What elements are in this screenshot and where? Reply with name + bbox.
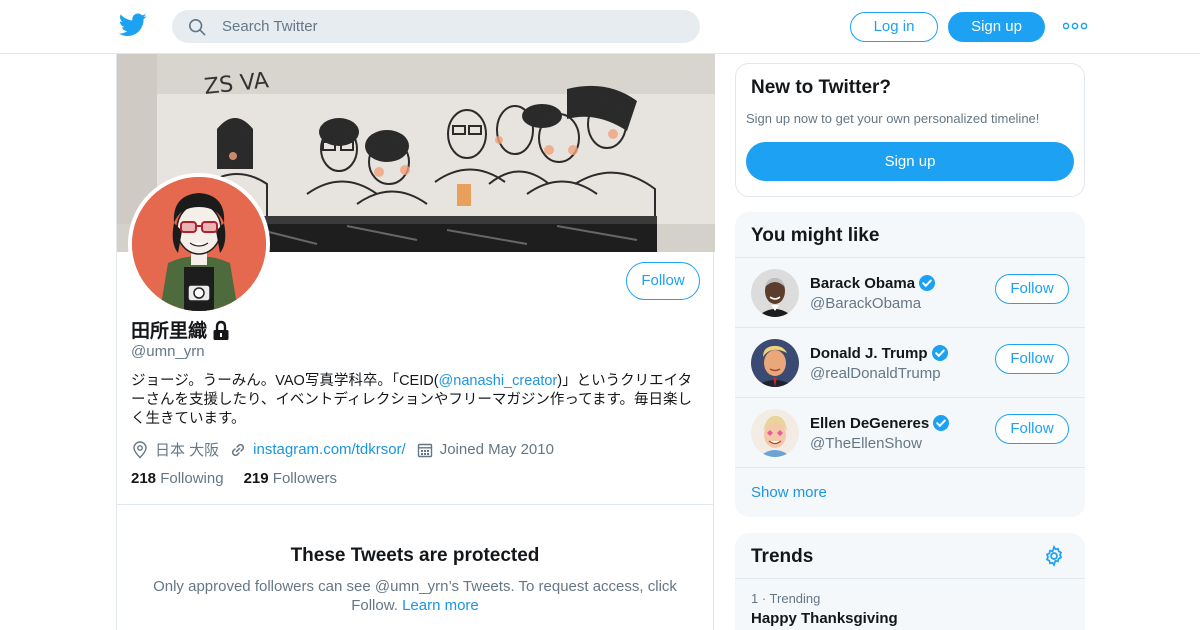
login-button[interactable]: Log in [850,12,938,42]
suggested-user-handle: @BarackObama [810,295,922,312]
verified-badge-icon [919,275,936,291]
search-box[interactable] [172,10,700,43]
trends-card: Trends 1 · Trending Happy Thanksgiving [735,533,1085,630]
you-might-like-card: You might like Barack Obama @BarackObama… [735,212,1085,517]
you-might-like-title: You might like [751,225,880,246]
new-to-twitter-title: New to Twitter? [751,77,892,98]
profile-handle: @umn_yrn [131,343,205,360]
learn-more-link[interactable]: Learn more [402,597,479,614]
following-stat[interactable]: 218 Following [131,470,224,487]
suggested-user[interactable]: Ellen DeGeneres @TheEllenShow Follow [735,397,1085,467]
avatar[interactable] [751,409,799,457]
signup-button[interactable]: Sign up [746,142,1074,181]
trend-name[interactable]: Happy Thanksgiving [751,610,898,627]
joined-text: Joined May 2010 [439,441,554,458]
search-input[interactable] [222,10,682,43]
follow-button[interactable]: Follow [995,344,1069,374]
follow-button[interactable]: Follow [626,262,700,300]
suggested-user-name-text: Ellen DeGeneres [810,414,930,432]
bio-text-start: ジョージ。うーみん。VAO写真学科卒。「CEID( [131,373,439,389]
suggested-user[interactable]: Barack Obama @BarackObama Follow [735,257,1085,327]
website-link[interactable]: instagram.com/tdkrsor/ [253,441,406,458]
following-label: Following [160,470,224,487]
profile-divider [117,504,713,505]
suggested-user-name-text: Donald J. Trump [810,344,928,362]
signup-button-top[interactable]: Sign up [948,12,1045,42]
location-pin-icon [133,440,147,458]
lock-icon [213,320,229,340]
protected-description: Only approved followers can see @umn_yrn… [145,577,685,615]
profile-meta: 日本 大阪 instagram.com/tdkrsor/ Joined May … [131,439,564,460]
profile-website[interactable]: instagram.com/tdkrsor/ [229,441,406,459]
profile-bio: ジョージ。うーみん。VAO写真学科卒。「CEID(@nanashi_creato… [131,372,701,429]
profile-location: 日本 大阪 [131,439,219,460]
top-navigation: Log in Sign up [0,0,1200,54]
suggested-user-name[interactable]: Barack Obama [810,274,936,292]
location-text: 日本 大阪 [155,442,220,459]
suggested-user-handle: @TheEllenShow [810,435,922,452]
followers-stat[interactable]: 219 Followers [244,470,337,487]
suggested-user-name-text: Barack Obama [810,274,916,292]
protected-title: These Tweets are protected [290,545,540,566]
avatar[interactable] [751,269,799,317]
followers-count: 219 [243,470,269,487]
profile-avatar[interactable] [128,173,270,315]
more-dots-icon[interactable] [1063,22,1087,30]
calendar-icon [417,443,432,457]
suggested-user[interactable]: Donald J. Trump @realDonaldTrump Follow [735,327,1085,397]
profile-stats: 218 Following 219 Followers [131,470,357,487]
avatar[interactable] [751,339,799,387]
verified-badge-icon [933,415,950,431]
trend-meta: 1 · Trending [751,591,821,606]
profile-joined: Joined May 2010 [416,441,554,459]
display-name: 田所里織 [131,321,208,342]
suggested-user-handle: @realDonaldTrump [810,365,941,382]
gear-icon[interactable] [1043,545,1065,567]
suggested-user-name[interactable]: Ellen DeGeneres [810,414,950,432]
link-icon [232,443,245,456]
new-to-twitter-card: New to Twitter? Sign up now to get your … [735,63,1085,197]
search-icon [188,18,206,36]
show-more-link[interactable]: Show more [735,467,1085,517]
bio-mention-link[interactable]: @nanashi_creator [439,373,558,389]
show-more-label[interactable]: Show more [751,484,827,501]
trends-title: Trends [751,546,814,567]
follow-button[interactable]: Follow [995,414,1069,444]
new-to-twitter-subtitle: Sign up now to get your own personalized… [746,111,1040,126]
profile-column: ZS VA Follow 田所里織 @umn_yrn ジョージ。うーみん。VAO… [116,54,715,630]
following-count: 218 [131,470,157,487]
profile-name-row: 田所里織 [131,316,232,343]
suggested-user-name[interactable]: Donald J. Trump [810,344,949,362]
twitter-bird-icon[interactable] [119,13,147,37]
follow-button[interactable]: Follow [995,274,1069,304]
trends-divider [735,578,1085,579]
followers-label: Followers [272,470,337,487]
verified-badge-icon [931,345,948,361]
